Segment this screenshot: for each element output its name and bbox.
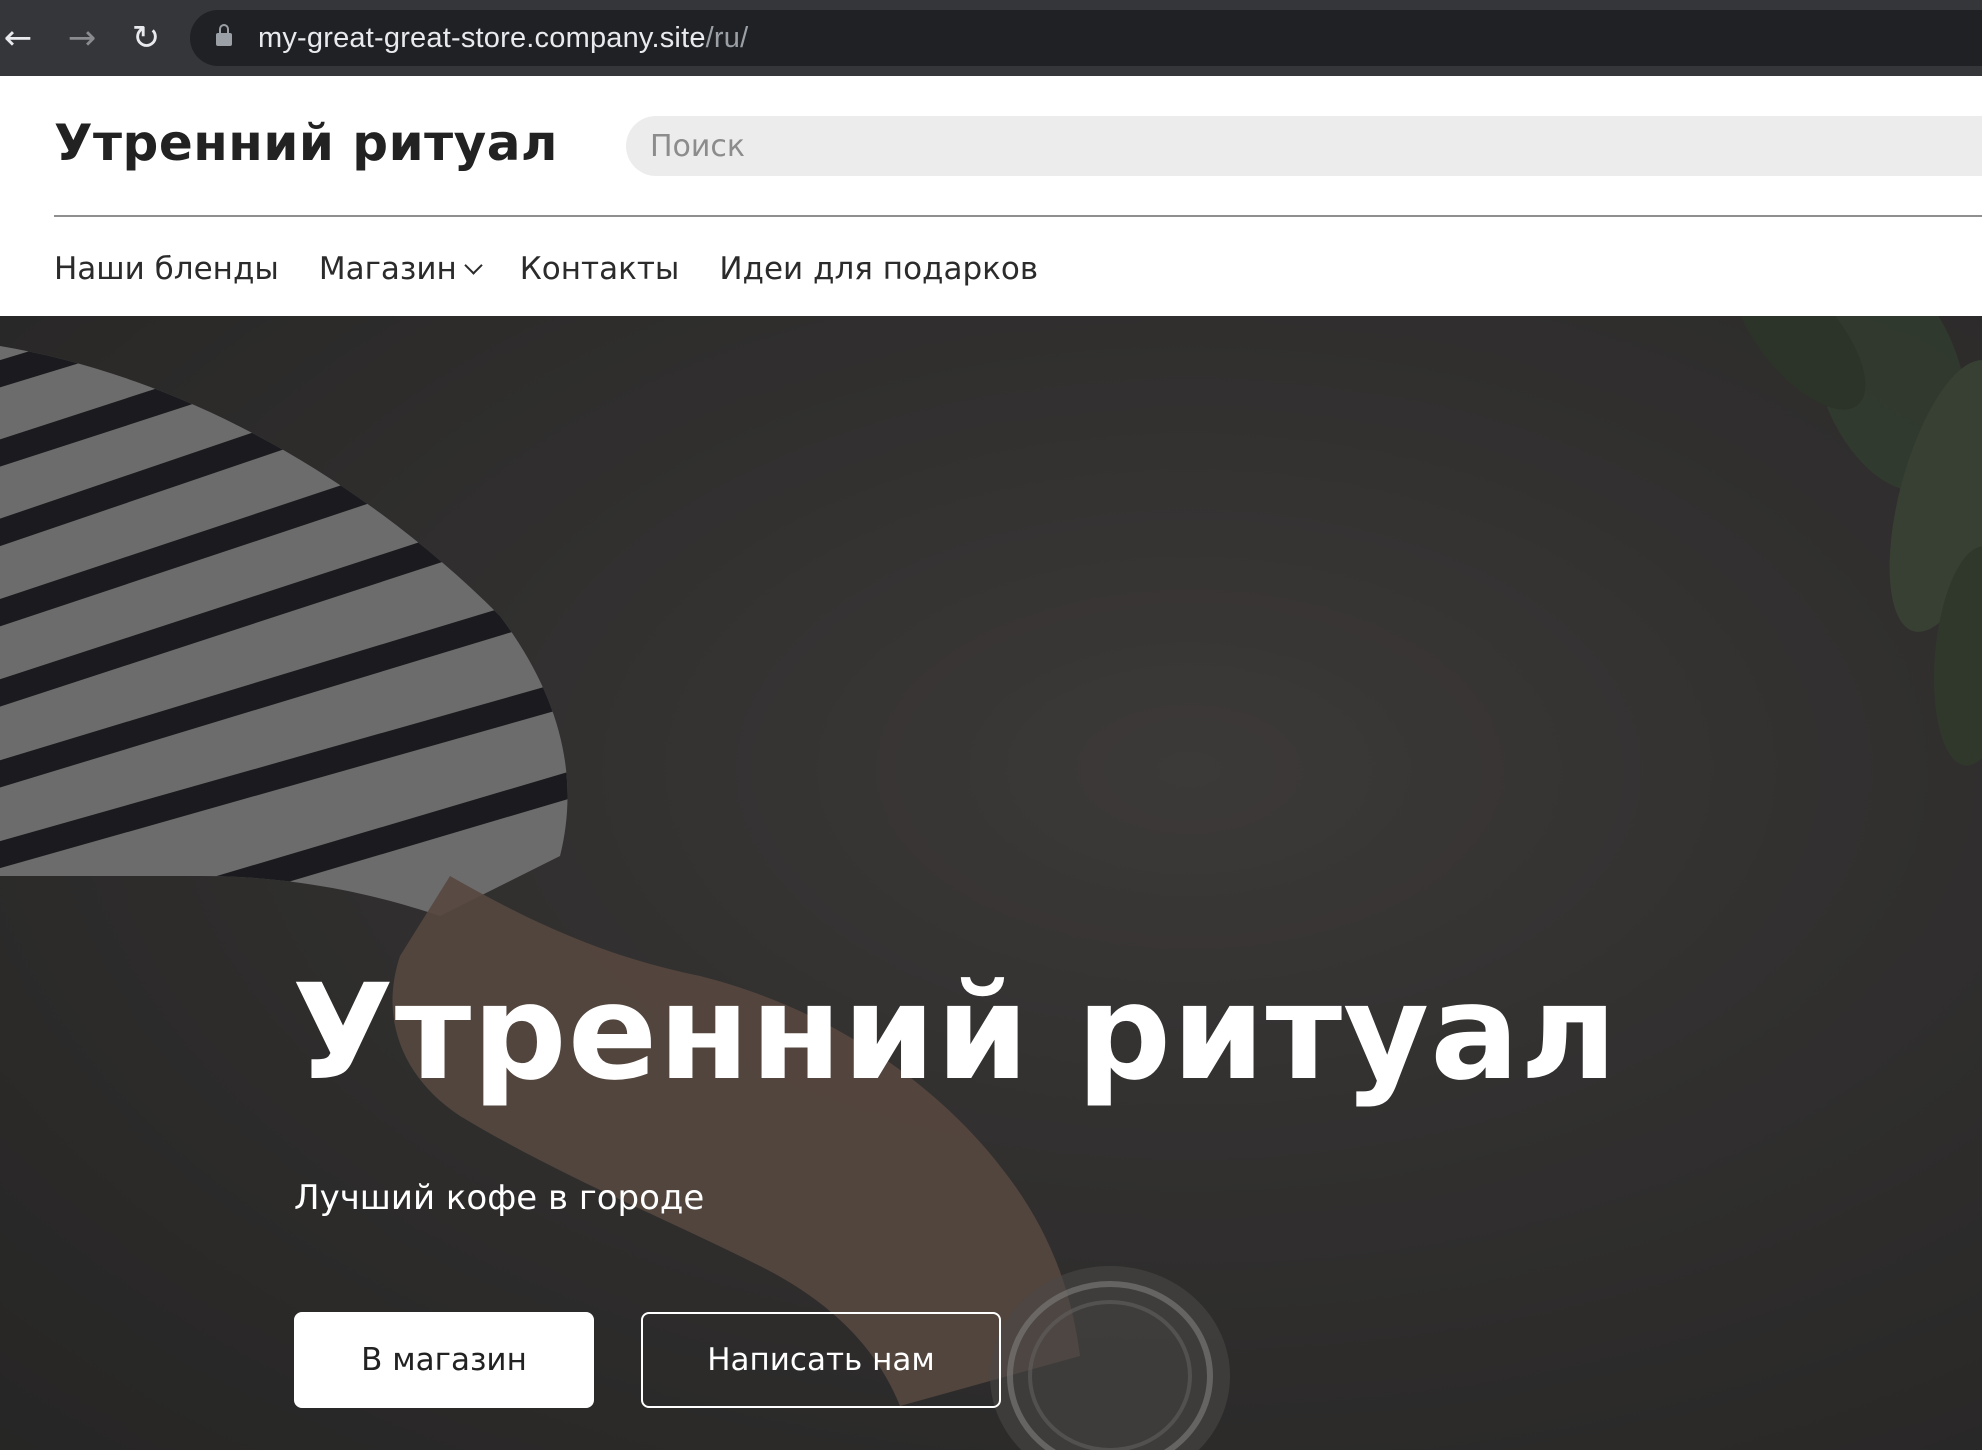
store-logo[interactable]: Утренний ритуал [54,114,558,172]
hero-background-image [0,316,1982,1450]
chevron-down-icon [464,255,483,275]
go-to-store-button[interactable]: В магазин [294,1312,594,1408]
nav-item-label: Наши бленды [54,251,279,287]
nav-item-store[interactable]: Магазин [318,251,483,287]
lock-icon[interactable] [216,24,232,48]
nav-item-label: Контакты [519,251,680,287]
nav-item-label: Идеи для подарков [719,251,1039,287]
url-path: /ru/ [705,21,749,54]
search-input[interactable] [626,116,1982,176]
back-arrow-icon[interactable]: ← [0,10,46,66]
nav-item-blends[interactable]: Наши бленды [54,251,279,287]
browser-toolbar: ← → ↻ my-great-great-store.company.site /… [0,0,1982,76]
hero-banner: Утренний ритуал Лучший кофе в городе В м… [0,316,1982,1450]
forward-arrow-icon[interactable]: → [54,10,110,66]
hero-subtitle: Лучший кофе в городе [294,1178,705,1218]
address-bar[interactable]: my-great-great-store.company.site/ru/ [190,10,1982,66]
contact-us-button[interactable]: Написать нам [641,1312,1001,1408]
nav-item-contacts[interactable]: Контакты [520,251,680,287]
header-divider [54,215,1982,217]
site-header: Утренний ритуал Наши бленды Магазин Конт… [0,76,1982,316]
main-navigation: Наши бленды Магазин Контакты Идеи для по… [54,244,1078,294]
url-text[interactable]: my-great-great-store.company.site/ru/ [258,10,748,66]
hero-title: Утренний ритуал [292,956,1618,1110]
reload-icon[interactable]: ↻ [118,10,174,66]
url-host: my-great-great-store.company.site [258,21,706,54]
nav-item-label: Магазин [318,251,457,287]
nav-item-gift-ideas[interactable]: Идеи для подарков [719,251,1038,287]
